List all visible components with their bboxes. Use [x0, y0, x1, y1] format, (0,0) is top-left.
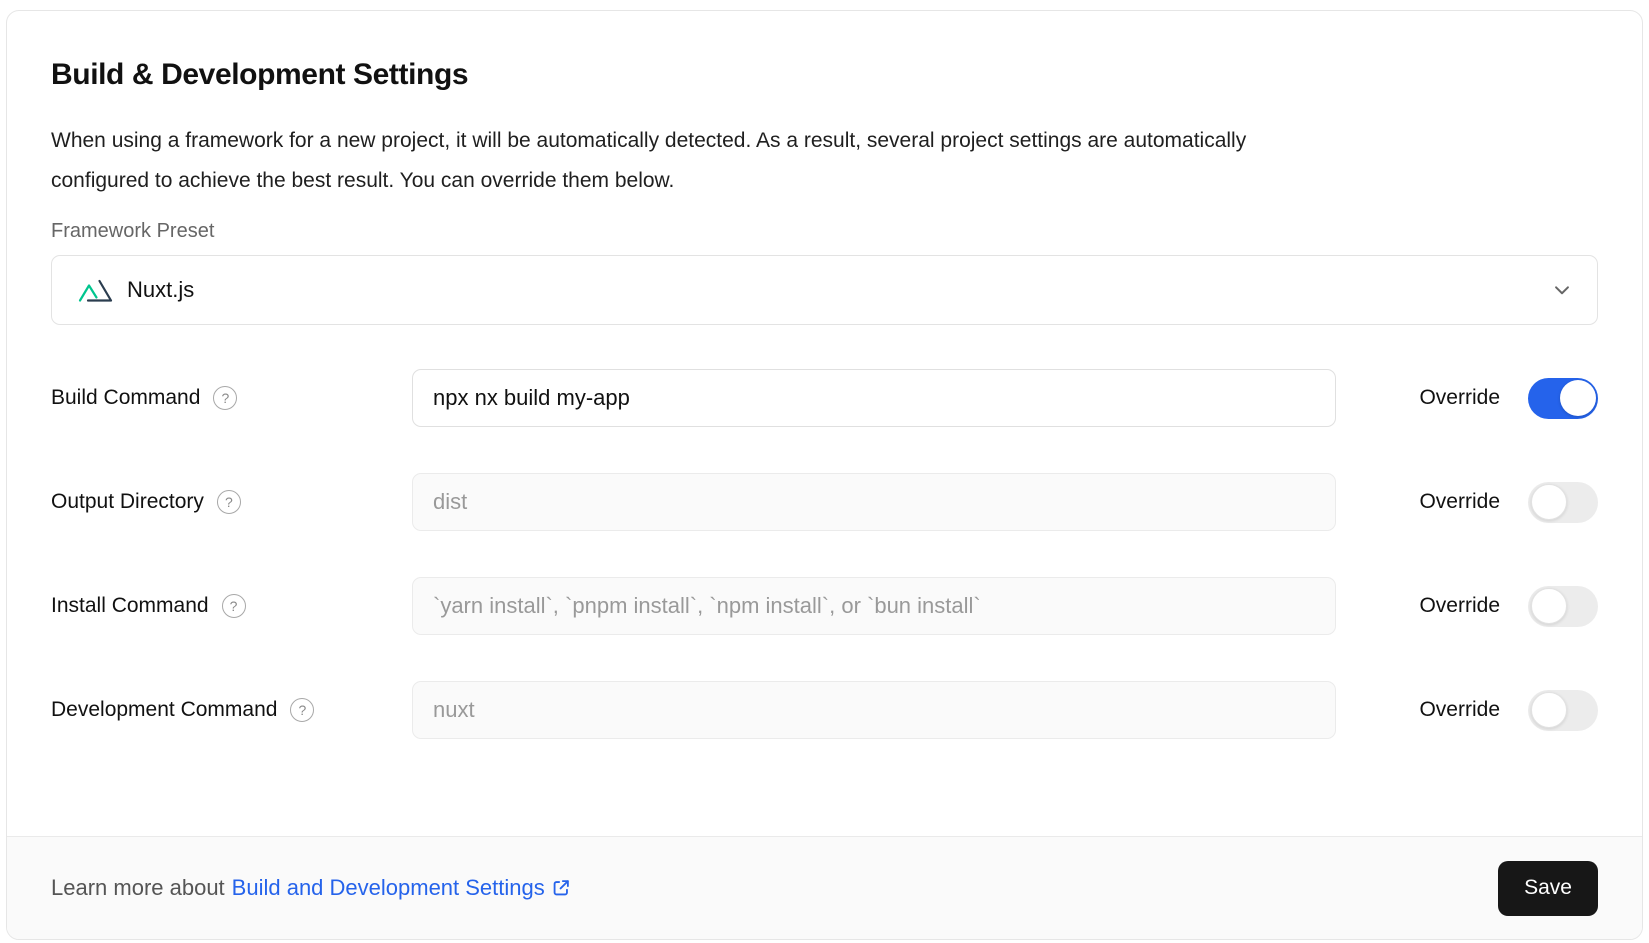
- toggle-knob: [1531, 588, 1567, 624]
- build-command-override-group: Override: [1378, 378, 1598, 419]
- install-command-row: Install Command ? Override: [51, 577, 1598, 635]
- build-command-help-icon[interactable]: ?: [213, 386, 237, 410]
- build-command-row: Build Command ? Override: [51, 369, 1598, 427]
- build-command-label: Build Command: [51, 386, 200, 410]
- external-link-icon: [550, 877, 572, 899]
- output-directory-row: Output Directory ? Override: [51, 473, 1598, 531]
- footer-text: Learn more about: [51, 875, 225, 901]
- output-directory-label-group: Output Directory ?: [51, 490, 412, 514]
- install-command-label: Install Command: [51, 594, 209, 618]
- framework-preset-label: Framework Preset: [51, 219, 1598, 243]
- toggle-knob: [1531, 692, 1567, 728]
- build-settings-card: Build & Development Settings When using …: [6, 10, 1643, 940]
- development-command-override-group: Override: [1378, 690, 1598, 731]
- install-command-help-icon[interactable]: ?: [222, 594, 246, 618]
- install-command-input: [412, 577, 1336, 635]
- page-title: Build & Development Settings: [51, 57, 1598, 93]
- toggle-knob: [1531, 484, 1567, 520]
- output-directory-input: [412, 473, 1336, 531]
- build-command-override-label: Override: [1419, 386, 1500, 410]
- framework-preset-select[interactable]: Nuxt.js: [51, 255, 1598, 325]
- toggle-knob: [1560, 380, 1596, 416]
- install-command-override-toggle[interactable]: [1528, 586, 1598, 627]
- chevron-down-icon: [1549, 277, 1575, 303]
- development-command-input: [412, 681, 1336, 739]
- build-command-input[interactable]: [412, 369, 1336, 427]
- output-directory-help-icon[interactable]: ?: [217, 490, 241, 514]
- nuxt-logo-icon: [78, 278, 113, 303]
- development-command-help-icon[interactable]: ?: [290, 698, 314, 722]
- development-command-override-label: Override: [1419, 698, 1500, 722]
- save-button[interactable]: Save: [1498, 861, 1598, 916]
- card-footer: Learn more about Build and Development S…: [7, 836, 1642, 939]
- development-command-row: Development Command ? Override: [51, 681, 1598, 739]
- card-description-line1: When using a framework for a new project…: [51, 129, 1246, 152]
- build-settings-docs-link[interactable]: Build and Development Settings: [232, 875, 572, 901]
- development-command-label-group: Development Command ?: [51, 698, 412, 722]
- output-directory-label: Output Directory: [51, 490, 204, 514]
- install-command-override-label: Override: [1419, 594, 1500, 618]
- development-command-override-toggle[interactable]: [1528, 690, 1598, 731]
- framework-preset-value: Nuxt.js: [127, 277, 194, 303]
- footer-link-label: Build and Development Settings: [232, 875, 545, 901]
- development-command-label: Development Command: [51, 698, 277, 722]
- card-description-line2: configured to achieve the best result. Y…: [51, 169, 674, 192]
- install-command-override-group: Override: [1378, 586, 1598, 627]
- build-command-label-group: Build Command ?: [51, 386, 412, 410]
- output-directory-override-label: Override: [1419, 490, 1500, 514]
- output-directory-override-group: Override: [1378, 482, 1598, 523]
- settings-rows: Build Command ? Override Output Director…: [51, 369, 1598, 739]
- card-body: Build & Development Settings When using …: [7, 11, 1642, 785]
- card-description: When using a framework for a new project…: [51, 121, 1598, 201]
- build-command-override-toggle[interactable]: [1528, 378, 1598, 419]
- output-directory-override-toggle[interactable]: [1528, 482, 1598, 523]
- install-command-label-group: Install Command ?: [51, 594, 412, 618]
